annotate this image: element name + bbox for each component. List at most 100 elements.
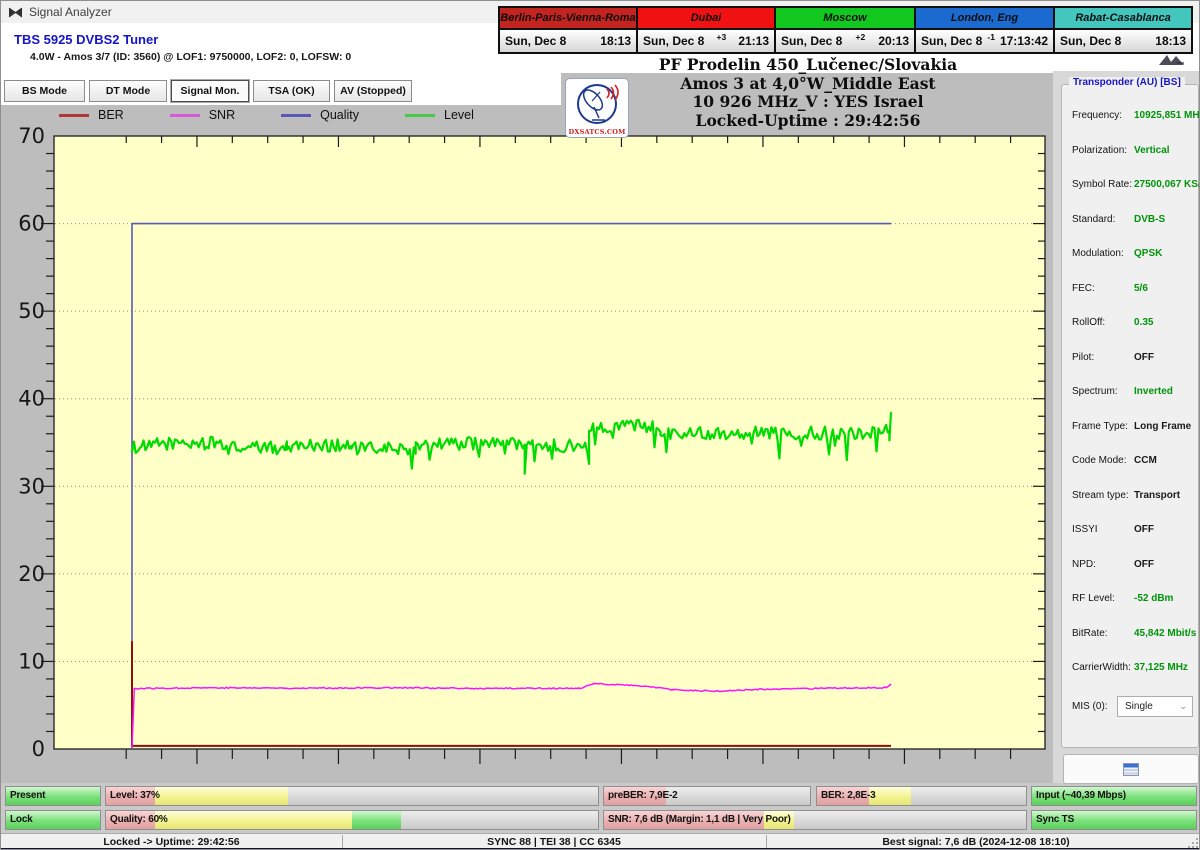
transponder-row-value: Vertical [1134,144,1170,156]
clock-column-0: Berlin-Paris-Vienna-Roma Sun, Dec 8 18:13 [500,8,636,52]
legend-swatch [281,113,312,117]
transponder-row-value: OFF [1134,351,1154,363]
clock-date-time: Sun, Dec 8 -1 17:13:42 [916,30,1053,52]
clock-city-label: Berlin-Paris-Vienna-Roma [500,8,636,28]
clock-utc-offset: +2 [855,32,866,42]
transponder-row-value: 45,842 Mbit/s [1134,627,1197,639]
legend-label: Quality [320,108,360,122]
meter-segment-yellow [155,811,352,829]
toolbar-button-av-stopped-[interactable]: AV (Stopped) [334,80,412,102]
meter-label: Sync TS [1036,814,1075,825]
meter-label: Input (~40,39 Mbps) [1036,790,1126,801]
mis-dropdown[interactable]: Single ⌄ [1117,696,1193,717]
y-axis-label: 20 [18,562,45,586]
dxsatcs-watermark [1157,53,1187,72]
transponder-row-value: -52 dBm [1134,593,1174,604]
transponder-row-label: BitRate: [1072,627,1108,639]
clock-column-3: London, Eng Sun, Dec 8 -1 17:13:42 [916,8,1053,52]
clock-city-label: Dubai [638,8,774,28]
y-axis-label: 10 [18,649,45,673]
transponder-row-label: CarrierWidth: [1072,662,1131,673]
transponder-row-fec-: FEC: 5/6 [1072,283,1196,296]
toolbar-button-bs-mode[interactable]: BS Mode [4,80,85,102]
meter-quality: Quality: 60% [105,810,599,830]
transponder-groupbox: Transponder (AU) [BS] MIS (0): Single ⌄ … [1061,77,1199,748]
chevron-down-icon: ⌄ [1179,701,1187,711]
transponder-row-frequency-: Frequency: 10925,851 MHz [1072,110,1199,123]
statusbar-sync-counters: SYNC 88 | TEI 38 | CC 6345 [487,835,621,848]
legend-label: BER [98,108,124,122]
clock-city-label: London, Eng [916,8,1053,28]
site-header: PF Prodelin 450_Lučenec/Slovakia Amos 3 … [613,55,1003,130]
signal-analyzer-window: Signal Analyzer Berlin-Paris-Vienna-Roma… [0,0,1200,850]
header-line-3: 10 926 MHz_V : YES Israel [692,92,924,111]
transponder-title: Transponder (AU) [BS] [1069,77,1185,88]
transponder-list-button[interactable] [1063,754,1199,784]
transponder-row-label: Frame Type: [1072,420,1128,432]
transponder-row-label: Code Mode: [1072,455,1127,466]
transponder-row-carrierwidth-: CarrierWidth: 37,125 MHz [1072,662,1196,675]
legend-label: Level [444,108,474,122]
transponder-row-label: Frequency: [1072,110,1123,121]
y-axis-label: 30 [18,474,45,498]
transponder-row-label: Pilot: [1072,351,1095,363]
meter-label: Lock [10,814,33,825]
clock-date: Sun, Dec 8 [643,34,705,48]
app-icon [8,5,23,19]
transponder-row-value: QPSK [1134,248,1163,259]
transponder-row-label: ISSYI [1072,524,1098,535]
statusbar-best-signal: Best signal: 7,6 dB (2024-12-08 18:10) [882,835,1070,848]
clock-utc-offset: +3 [716,32,727,42]
clock-city-label: Moscow [776,8,914,28]
header-line-4: Locked-Uptime : 29:42:56 [695,110,921,130]
transponder-row-label: Symbol Rate: [1072,179,1133,190]
world-clock-table: Berlin-Paris-Vienna-Roma Sun, Dec 8 18:13 D… [498,6,1193,54]
y-axis-label: 50 [18,299,45,323]
meter-lock: Lock [5,810,101,830]
mis-value: Single [1125,701,1153,712]
meter-segment-yellow [155,787,289,805]
clock-column-1: Dubai Sun, Dec 8 +3 21:13 [638,8,774,52]
clock-column-2: Moscow Sun, Dec 8 +2 20:13 [776,8,914,52]
legend-item-level: Level [405,108,474,122]
transponder-row-label: Polarization: [1072,144,1128,156]
statusbar-divider [342,835,343,848]
transponder-row-value: OFF [1134,524,1154,535]
transponder-row-value: Long Frame [1134,420,1192,432]
legend-item-quality: Quality [281,108,359,122]
clock-time-value: 18:13 [1155,34,1186,48]
legend-swatch [169,113,200,117]
clock-date: Sun, Dec 8 [1060,34,1122,48]
mis-label: MIS (0): [1072,701,1108,712]
toolbar-button-dt-mode[interactable]: DT Mode [89,80,167,102]
toolbar-button-signal-mon-[interactable]: Signal Mon. [171,80,249,102]
transponder-row-polarization-: Polarization: Vertical [1072,145,1196,158]
transponder-row-rf-level-: RF Level: -52 dBm [1072,593,1196,606]
header-line-1: PF Prodelin 450_Lučenec/Slovakia [658,55,958,74]
statusbar-divider [766,835,767,848]
clock-date: Sun, Dec 8 [505,34,567,48]
legend-swatch [59,113,89,117]
meter-segment-green [352,811,402,829]
transponder-row-value: 0.35 [1134,317,1154,328]
y-axis-label: 70 [18,124,45,148]
meter-input: Input (~40,39 Mbps) [1031,786,1197,806]
clock-time-value: 21:13 [738,34,770,48]
meter-ber: BER: 2,8E-3 [816,786,1027,806]
y-axis-label: 0 [32,737,45,761]
toolbar-button-tsa-ok-[interactable]: TSA (OK) [253,80,330,102]
tuner-name: TBS 5925 DVBS2 Tuner [14,32,159,47]
clock-date: Sun, Dec 8 [921,34,983,48]
meter-label: BER: 2,8E-3 [821,790,876,801]
meter-snr: SNR: 7,6 dB (Margin: 1,1 dB | Very Poor) [603,810,1027,830]
legend-label: SNR [208,108,236,122]
dxsatcs-logo: DXSATCS.COM [565,78,629,138]
header-line-2: Amos 3 at 4,0°W_Middle East [680,73,936,93]
transponder-row-label: Stream type: [1072,489,1129,501]
transponder-row-symbol-rate-: Symbol Rate: 27500,067 KS/s [1072,179,1199,192]
signal-chart: 0 10 20 30 40 50 60 70 [18,124,1046,764]
logo-text: DXSATCS.COM [568,128,626,136]
clock-date-time: Sun, Dec 8 +3 21:13 [638,30,774,52]
transponder-row-spectrum-: Spectrum: Inverted [1072,386,1196,399]
meter-label: Quality: 60% [110,814,168,825]
